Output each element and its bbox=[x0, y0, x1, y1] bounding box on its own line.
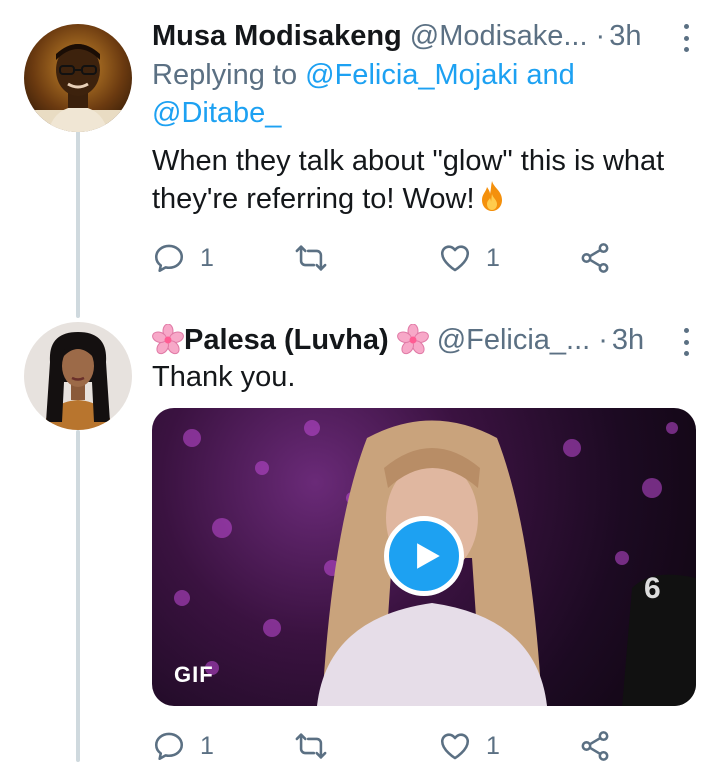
like-count: 1 bbox=[486, 731, 500, 760]
share-button[interactable] bbox=[578, 726, 612, 766]
username-handle[interactable]: @Felicia_... bbox=[437, 318, 591, 362]
reply-count: 1 bbox=[200, 731, 214, 760]
play-button[interactable] bbox=[384, 516, 464, 596]
like-icon bbox=[440, 733, 470, 760]
tweet-actions: 1 1 bbox=[152, 238, 692, 278]
gif-media[interactable]: 6 GIF bbox=[152, 408, 696, 706]
replying-to: Replying to @Felicia_Mojaki and @Ditabe_ bbox=[152, 56, 672, 132]
svg-text:6: 6 bbox=[644, 572, 661, 605]
retweet-icon bbox=[295, 733, 327, 759]
fire-emoji bbox=[479, 180, 505, 212]
reply-button[interactable]: 1 bbox=[152, 238, 214, 278]
gif-badge: GIF bbox=[174, 662, 214, 687]
tweet-actions: 1 1 bbox=[152, 726, 692, 766]
tweet-text-content: When they talk about "glow" this is what… bbox=[152, 145, 665, 215]
username-handle[interactable]: @Modisake... bbox=[410, 14, 588, 58]
reply-icon bbox=[154, 244, 184, 273]
display-name[interactable]: Musa Modisakeng bbox=[152, 14, 402, 58]
separator-dot: · bbox=[598, 324, 608, 356]
tweet-text: When they talk about "glow" this is what… bbox=[152, 142, 712, 218]
separator-dot: · bbox=[595, 20, 606, 52]
display-name[interactable]: Palesa (Luvha) bbox=[184, 318, 389, 362]
retweet-icon bbox=[295, 245, 327, 271]
share-icon bbox=[581, 731, 609, 761]
share-icon bbox=[581, 243, 609, 273]
share-button[interactable] bbox=[578, 238, 612, 278]
cherry-blossom-emoji bbox=[396, 323, 429, 356]
like-button[interactable]: 1 bbox=[438, 238, 500, 278]
reply-button[interactable]: 1 bbox=[152, 726, 214, 766]
tweet-header: Musa Modisakeng @Modisake... · 3h bbox=[152, 14, 720, 58]
more-options-icon[interactable] bbox=[682, 328, 690, 356]
like-count: 1 bbox=[486, 243, 500, 272]
tweet-musa[interactable]: Musa Modisakeng @Modisake... · 3h Replyi… bbox=[0, 0, 720, 318]
avatar[interactable] bbox=[24, 322, 132, 430]
mention-conjunction[interactable]: and bbox=[526, 59, 574, 91]
timestamp[interactable]: 3h bbox=[612, 318, 644, 362]
timestamp[interactable]: 3h bbox=[609, 14, 641, 58]
reply-count: 1 bbox=[200, 243, 214, 272]
tweet-text: Thank you. bbox=[152, 358, 712, 396]
cherry-blossom-emoji bbox=[152, 323, 184, 356]
replying-to-label: Replying to bbox=[152, 59, 298, 91]
reply-icon bbox=[154, 732, 184, 761]
retweet-button[interactable] bbox=[294, 726, 342, 766]
mention-link[interactable]: @Felicia_Mojaki bbox=[305, 59, 518, 91]
play-icon bbox=[417, 543, 440, 569]
thread-line bbox=[76, 430, 80, 762]
avatar[interactable] bbox=[24, 24, 132, 132]
like-icon bbox=[440, 245, 470, 272]
like-button[interactable]: 1 bbox=[438, 726, 500, 766]
retweet-button[interactable] bbox=[294, 238, 342, 278]
mention-link[interactable]: @Ditabe_ bbox=[152, 97, 281, 129]
more-options-icon[interactable] bbox=[682, 24, 690, 52]
tweet-header: Palesa (Luvha) @Felicia_... · 3h bbox=[152, 318, 720, 362]
tweet-text-content: Thank you. bbox=[152, 361, 296, 393]
thread-line bbox=[76, 130, 80, 318]
tweet-palesa[interactable]: Palesa (Luvha) @Felicia_... · 3h Thank y… bbox=[0, 318, 720, 762]
